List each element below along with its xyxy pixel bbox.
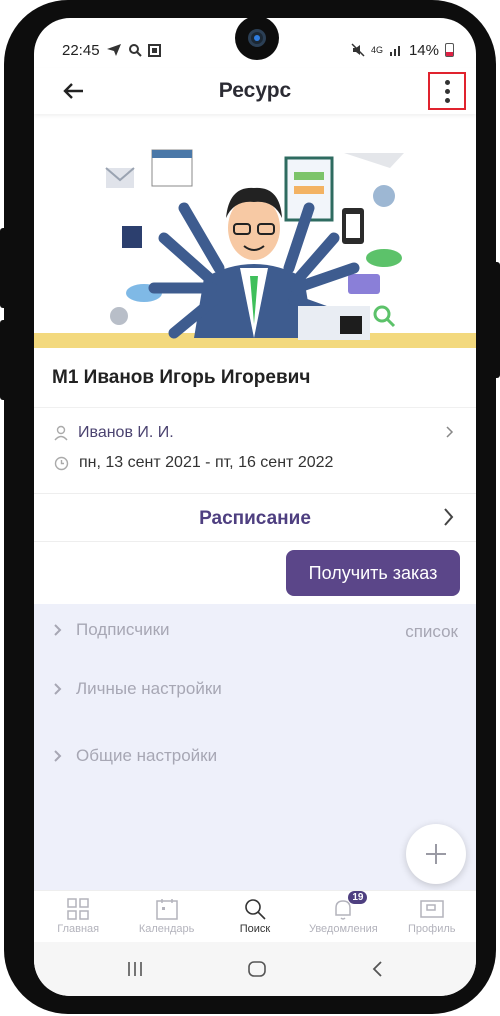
network-label: 4G (370, 45, 383, 55)
general-settings-row[interactable]: Общие настройки (54, 746, 217, 766)
battery-icon (445, 43, 454, 57)
phone-frame: 22:45 4G 14% Ресурс М1 Иванов Игорь Игор… (0, 0, 500, 1014)
app-status-icon (147, 43, 161, 57)
calendar-icon (155, 899, 178, 920)
personal-settings-label: Личные настройки (76, 679, 222, 698)
search-status-icon (128, 44, 142, 57)
chevron-right-icon (444, 508, 454, 526)
arrow-left-icon (63, 83, 83, 99)
volume-button (0, 320, 8, 400)
general-settings-label: Общие настройки (76, 746, 218, 765)
tab-calendar[interactable]: Календарь (124, 897, 210, 935)
subscribers-label: Подписчики (76, 620, 170, 639)
more-options-button[interactable] (428, 72, 466, 110)
owner-row[interactable]: Иванов И. И. (54, 424, 174, 442)
profile-icon (420, 900, 444, 918)
tab-home[interactable]: Главная (35, 897, 121, 935)
tab-profile[interactable]: Профиль (389, 897, 475, 935)
tab-label: Календарь (138, 923, 195, 935)
schedule-label: Расписание (199, 507, 311, 529)
chevron-right-icon (54, 624, 62, 636)
mute-icon (351, 43, 365, 57)
system-navigation-bar (34, 942, 476, 996)
screen: 22:45 4G 14% Ресурс М1 Иванов Игорь Игор… (34, 18, 476, 996)
grid-icon (67, 898, 89, 920)
period-text: пн, 13 сент 2021 - пт, 16 сент 2022 (79, 454, 334, 471)
person-icon (54, 425, 68, 441)
chevron-right-icon (54, 750, 62, 762)
recent-apps-icon[interactable] (126, 960, 144, 978)
resource-name: М1 Иванов Игорь Игоревич (52, 366, 311, 388)
resource-name-row: М1 Иванов Игорь Игоревич (34, 348, 476, 408)
app-bar: Ресурс (34, 68, 476, 114)
more-vertical-icon (444, 79, 450, 85)
tab-search[interactable]: Поиск (212, 897, 298, 935)
back-nav-icon[interactable] (370, 960, 384, 978)
subscribers-list-link[interactable]: список (405, 622, 458, 642)
volume-button (0, 228, 8, 308)
clock-icon (54, 456, 69, 470)
camera (235, 18, 279, 60)
tab-label: Уведомления (308, 923, 378, 935)
get-order-button[interactable]: Получить заказ (286, 550, 460, 596)
owner-name: Иванов И. И. (78, 424, 174, 441)
bottom-tab-bar: Главная Календарь Поиск 19 Уведомления П… (34, 890, 476, 942)
add-button[interactable] (406, 824, 466, 884)
chevron-right-icon (446, 426, 454, 438)
power-button (492, 262, 500, 378)
notification-badge: 19 (348, 891, 368, 904)
hero-illustration (34, 128, 476, 348)
tab-label: Главная (57, 923, 100, 935)
back-button[interactable] (58, 76, 88, 106)
location-icon (106, 44, 121, 56)
period-row: пн, 13 сент 2021 - пт, 16 сент 2022 (54, 454, 333, 472)
page-title: Ресурс (218, 79, 292, 102)
clock: 22:45 (62, 41, 100, 59)
battery-percent: 14% (408, 41, 439, 59)
search-icon (245, 899, 266, 920)
plus-icon (426, 844, 446, 864)
subscribers-row[interactable]: Подписчики (54, 620, 170, 640)
tab-notifications[interactable]: 19 Уведомления (300, 891, 386, 935)
tab-label: Поиск (239, 923, 271, 935)
chevron-right-icon (54, 683, 62, 695)
schedule-row[interactable]: Расписание (34, 496, 476, 542)
tab-label: Профиль (408, 923, 456, 935)
personal-settings-row[interactable]: Личные настройки (54, 679, 222, 699)
resource-info[interactable]: Иванов И. И. пн, 13 сент 2021 - пт, 16 с… (34, 408, 476, 494)
home-icon[interactable] (247, 959, 267, 979)
signal-icon (389, 46, 400, 56)
